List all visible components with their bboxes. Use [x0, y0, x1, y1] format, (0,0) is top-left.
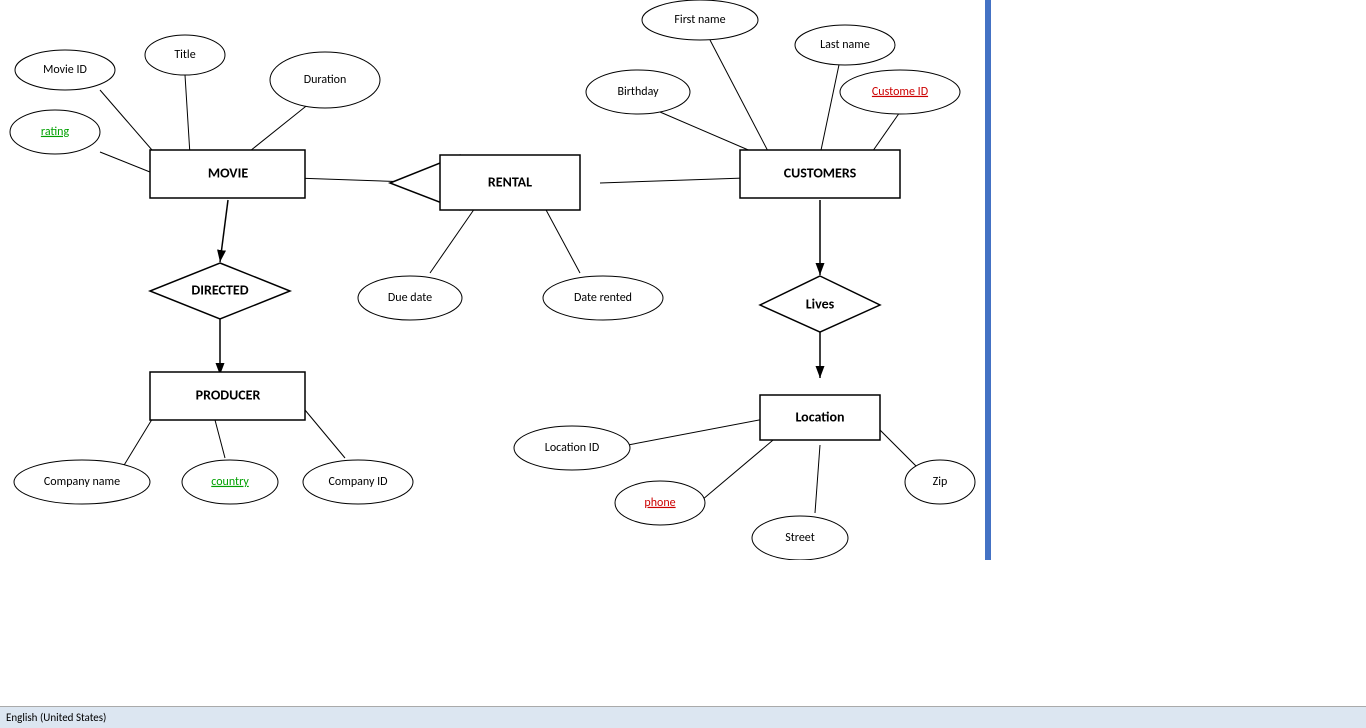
attr-birthday-label: Birthday [617, 85, 659, 99]
attr-location-id-label: Location ID [545, 441, 599, 455]
relationship-rental-label: RENTAL [488, 173, 532, 190]
language-label: English (United States) [6, 711, 106, 724]
attr-street-label: Street [785, 531, 814, 545]
attr-title-label: Title [174, 48, 195, 62]
entity-movie-label: MOVIE [208, 164, 248, 181]
right-border [985, 0, 991, 560]
entity-producer-label: PRODUCER [196, 386, 261, 403]
attr-country-label: country [211, 475, 249, 489]
relationship-lives-label: Lives [806, 295, 835, 312]
attr-phone-label: phone [644, 496, 675, 510]
attr-date-rented-label: Date rented [574, 291, 632, 305]
attr-movie-id-label: Movie ID [43, 63, 87, 77]
entity-customers-label: CUSTOMERS [784, 164, 857, 181]
attr-duration-label: Duration [304, 73, 347, 87]
attr-last-name-label: Last name [820, 38, 870, 52]
attr-zip-label: Zip [933, 475, 948, 489]
relationship-directed-label: DIRECTED [191, 281, 248, 298]
attr-first-name-label: First name [674, 13, 725, 27]
attr-customer-id-label: Custome ID [872, 85, 928, 99]
entity-location-label: Location [795, 408, 844, 425]
er-diagram: Movie ID Title Duration rating First nam… [0, 0, 990, 560]
status-bar: English (United States) [0, 706, 1366, 728]
attr-rating-label: rating [41, 125, 70, 139]
attr-company-id-label: Company ID [329, 475, 388, 489]
diagram-canvas: Movie ID Title Duration rating First nam… [0, 0, 990, 560]
attr-due-date-label: Due date [388, 291, 432, 305]
attr-company-name-label: Company name [44, 475, 120, 489]
